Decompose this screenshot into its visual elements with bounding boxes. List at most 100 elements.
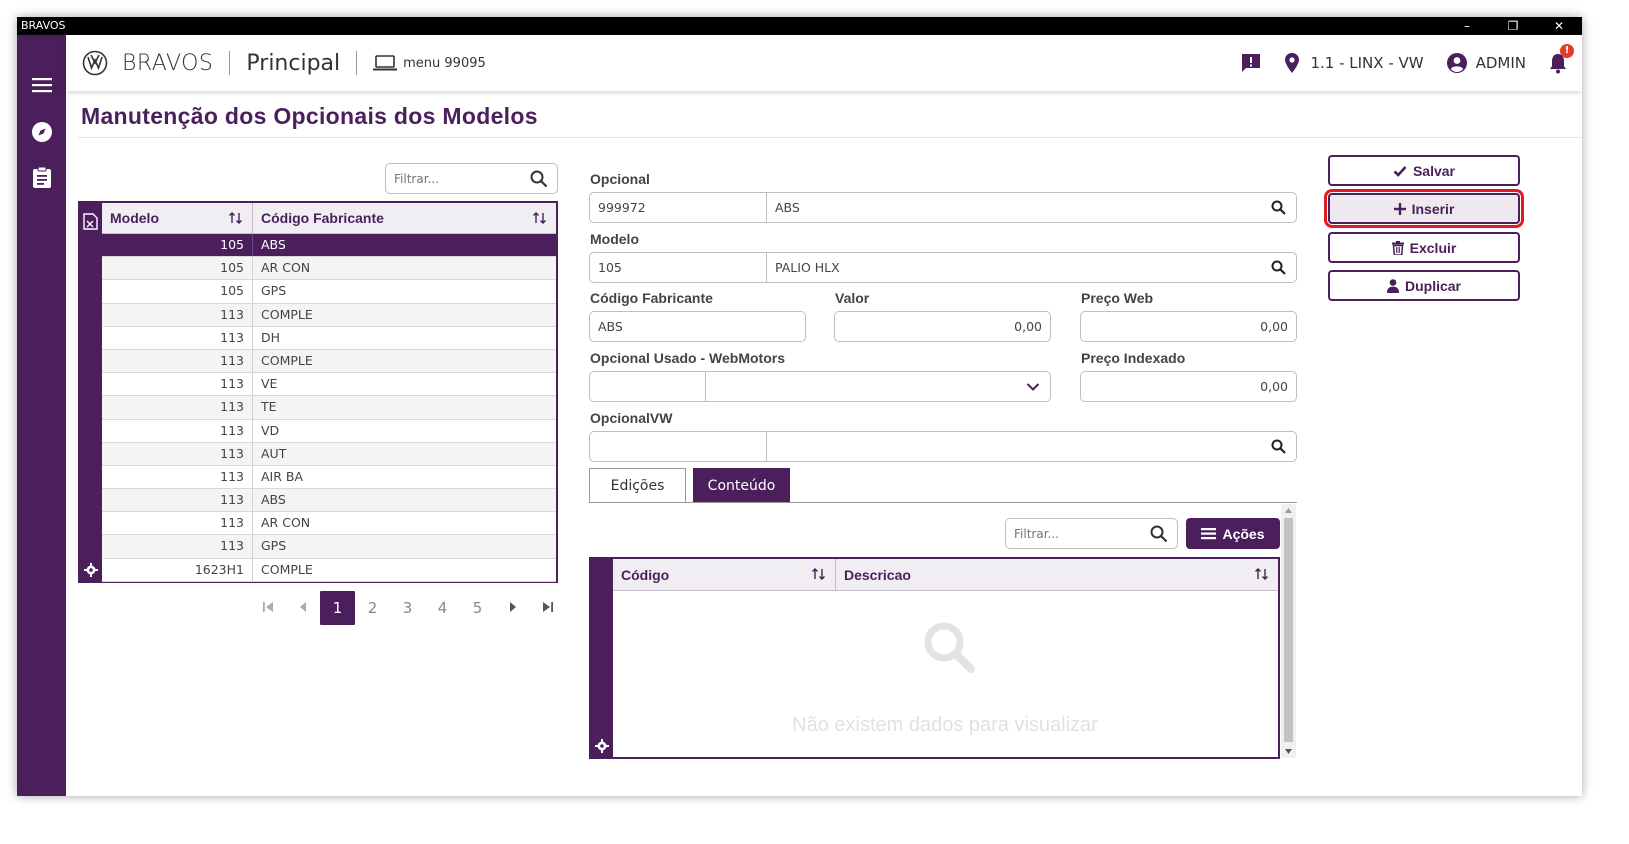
opcional-desc[interactable]: ABS: [767, 193, 800, 222]
notification-badge: !: [1560, 44, 1574, 58]
empty-message: Não existem dados para visualizar: [792, 714, 1098, 736]
search-icon[interactable]: [1150, 525, 1168, 543]
opcional-vw-desc[interactable]: [767, 432, 775, 461]
location-selector[interactable]: 1.1 - LINX - VW: [1284, 52, 1424, 74]
empty-search-icon: [924, 622, 975, 673]
gear-icon[interactable]: [595, 739, 609, 753]
sort-icon[interactable]: [1255, 568, 1268, 580]
check-icon: [1393, 165, 1407, 177]
page-5[interactable]: 5: [460, 599, 495, 617]
first-page-icon[interactable]: [250, 599, 285, 617]
clipboard-icon[interactable]: [17, 159, 66, 195]
cell-codigo-fabricante: ABS: [261, 237, 286, 252]
content-scrollbar[interactable]: [1281, 504, 1296, 758]
preco-indexado-value[interactable]: 0,00: [1081, 379, 1296, 394]
restore-button[interactable]: ❐: [1490, 17, 1536, 35]
compass-icon[interactable]: [17, 114, 66, 150]
sort-icon[interactable]: [812, 568, 825, 580]
feedback-button[interactable]: [1240, 52, 1262, 74]
search-icon[interactable]: [1271, 260, 1286, 275]
opcional-usado-select[interactable]: [589, 371, 1051, 402]
scroll-thumb[interactable]: [1284, 518, 1293, 742]
cell-modelo: 113: [102, 303, 253, 326]
table-row[interactable]: 113 AIR BA: [102, 465, 556, 490]
salvar-button[interactable]: Salvar: [1328, 155, 1520, 186]
opcional-vw-field[interactable]: [589, 431, 1297, 462]
column-header-codigo[interactable]: Código: [613, 559, 836, 590]
grid-sidebar: [80, 203, 102, 581]
location-pin-icon: [1285, 53, 1300, 73]
sort-icon[interactable]: [533, 212, 546, 224]
opcional-usado-desc[interactable]: [706, 372, 714, 401]
sub-grid-filter[interactable]: [1005, 518, 1178, 549]
close-button[interactable]: ✕: [1536, 17, 1582, 35]
table-row[interactable]: 113 VE: [102, 373, 556, 397]
duplicar-button[interactable]: Duplicar: [1328, 270, 1520, 301]
opcional-usado-code[interactable]: [590, 372, 706, 401]
table-row[interactable]: 113 TE: [102, 396, 556, 420]
minimize-button[interactable]: –: [1444, 17, 1490, 35]
gear-icon[interactable]: [84, 563, 98, 577]
opcional-field[interactable]: 999972 ABS: [589, 192, 1297, 223]
notifications-button[interactable]: !: [1548, 44, 1574, 74]
page-4[interactable]: 4: [425, 599, 460, 617]
tab-edicoes[interactable]: Edições: [589, 468, 686, 503]
page-title: Manutenção dos Opcionais dos Modelos: [81, 103, 538, 129]
user-menu[interactable]: ADMIN: [1446, 52, 1526, 74]
hamburger-menu-icon[interactable]: [17, 67, 66, 103]
opcional-vw-code[interactable]: [590, 432, 767, 461]
table-row[interactable]: 113 ABS: [102, 489, 556, 513]
table-row[interactable]: 113 VD: [102, 419, 556, 443]
next-page-icon[interactable]: [495, 599, 530, 617]
title-divider: [78, 137, 1582, 138]
table-row[interactable]: 113 AR CON: [102, 512, 556, 536]
table-row[interactable]: 113 GPS: [102, 535, 556, 559]
brand-name: BRAVOS: [122, 50, 214, 76]
table-row[interactable]: 105 GPS: [102, 280, 556, 304]
sort-icon[interactable]: [229, 212, 242, 224]
cell-modelo: 105: [102, 280, 253, 303]
modelo-code[interactable]: 105: [590, 253, 767, 282]
table-row[interactable]: 113 COMPLE: [102, 349, 556, 374]
modelo-desc[interactable]: PALIO HLX: [767, 253, 840, 282]
column-header-codigo-fabricante[interactable]: Código Fabricante: [253, 203, 556, 233]
search-icon[interactable]: [530, 170, 548, 188]
column-header-descricao[interactable]: Descricao: [836, 559, 1278, 590]
page-3[interactable]: 3: [390, 599, 425, 617]
last-page-icon[interactable]: [530, 599, 565, 617]
table-row[interactable]: 105 AR CON: [102, 257, 556, 281]
table-row[interactable]: 113 AUT: [102, 442, 556, 466]
page-1[interactable]: 1: [320, 591, 355, 625]
search-icon[interactable]: [1271, 439, 1286, 454]
chevron-down-icon[interactable]: [1026, 382, 1040, 392]
header-divider: [229, 51, 231, 75]
valor-value[interactable]: 0,00: [835, 319, 1050, 334]
cell-modelo: 113: [102, 442, 253, 465]
tab-conteudo[interactable]: Conteúdo: [693, 468, 790, 503]
table-row[interactable]: 1623H1 COMPLE: [102, 558, 556, 582]
left-grid-filter[interactable]: [385, 163, 558, 194]
prev-page-icon[interactable]: [285, 599, 320, 617]
menu-indicator[interactable]: menu 99095: [373, 54, 486, 72]
excel-export-icon[interactable]: [83, 213, 98, 230]
table-row[interactable]: 113 COMPLE: [102, 303, 556, 327]
column-header-modelo[interactable]: Modelo: [102, 203, 253, 233]
search-icon[interactable]: [1271, 200, 1286, 215]
cell-codigo-fabricante: AUT: [261, 445, 287, 461]
scroll-up-icon[interactable]: [1284, 507, 1293, 514]
inserir-button[interactable]: Inserir: [1324, 189, 1524, 228]
scroll-down-icon[interactable]: [1284, 748, 1293, 755]
acoes-button[interactable]: Ações: [1186, 518, 1280, 549]
preco-web-value[interactable]: 0,00: [1081, 319, 1296, 334]
modelo-field[interactable]: 105 PALIO HLX: [589, 252, 1297, 283]
codigo-fabricante-field[interactable]: ABS: [589, 311, 806, 342]
preco-indexado-field[interactable]: 0,00: [1080, 371, 1297, 402]
valor-field[interactable]: 0,00: [834, 311, 1051, 342]
opcional-code[interactable]: 999972: [590, 193, 767, 222]
page-2[interactable]: 2: [355, 599, 390, 617]
excluir-button[interactable]: Excluir: [1328, 232, 1520, 263]
preco-web-field[interactable]: 0,00: [1080, 311, 1297, 342]
codigo-fabricante-value[interactable]: ABS: [590, 312, 623, 341]
table-row[interactable]: 105 ABS: [102, 234, 556, 258]
table-row[interactable]: 113 DH: [102, 326, 556, 350]
